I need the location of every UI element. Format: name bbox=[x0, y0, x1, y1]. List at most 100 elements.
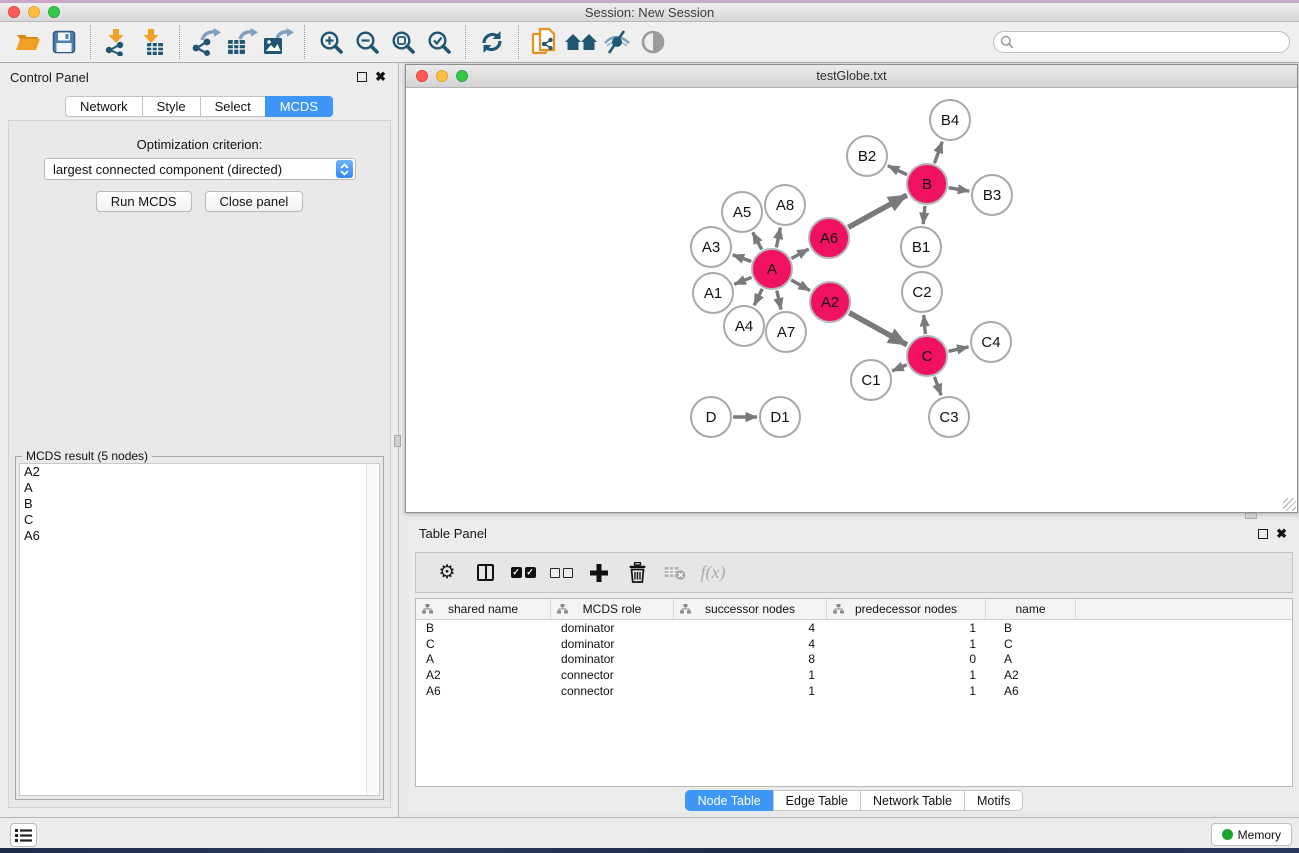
home-icon[interactable] bbox=[563, 25, 599, 59]
deselect-all-icon[interactable] bbox=[542, 557, 580, 589]
graph-node-C1[interactable]: C1 bbox=[850, 359, 892, 401]
graph-node-B1[interactable]: B1 bbox=[900, 226, 942, 268]
function-builder-icon: f(x) bbox=[694, 557, 732, 589]
tab-network[interactable]: Network bbox=[65, 96, 142, 117]
graph-node-C[interactable]: C bbox=[906, 335, 948, 377]
graph-node-A8[interactable]: A8 bbox=[764, 184, 806, 226]
horizontal-splitter-handle[interactable] bbox=[1245, 513, 1257, 519]
graph-node-B[interactable]: B bbox=[906, 163, 948, 205]
mcds-result-list[interactable]: A2ABCA6 bbox=[19, 463, 380, 796]
column-layout-icon[interactable] bbox=[466, 557, 504, 589]
export-network-icon[interactable] bbox=[188, 25, 224, 59]
graph-node-B4[interactable]: B4 bbox=[929, 99, 971, 141]
dropdown-value: largest connected component (directed) bbox=[45, 162, 336, 177]
graph-node-A2[interactable]: A2 bbox=[809, 281, 851, 323]
column-header-MCDS-role[interactable]: MCDS role bbox=[551, 599, 674, 619]
network-canvas[interactable]: A A1 A2 A3 A4 A5 A6 A7 A8 B B1 B2 B3B4 C C1 C2 C3C4 D D1 bbox=[406, 88, 1297, 512]
column-header-successor-nodes[interactable]: successor nodes bbox=[674, 599, 827, 619]
graph-node-D1[interactable]: D1 bbox=[759, 396, 801, 438]
window-resize-grip[interactable] bbox=[1283, 498, 1296, 511]
optimization-dropdown[interactable]: largest connected component (directed) bbox=[44, 158, 356, 180]
edge-B-B3 bbox=[949, 188, 970, 191]
cell-MCDS-role: connector bbox=[551, 668, 674, 682]
graph-node-A5[interactable]: A5 bbox=[721, 191, 763, 233]
cell-MCDS-role: dominator bbox=[551, 621, 674, 635]
edge-A-A6 bbox=[791, 249, 808, 259]
show-details-icon[interactable] bbox=[635, 25, 671, 59]
select-all-icon[interactable]: ✓✓ bbox=[504, 557, 542, 589]
cell-successor-nodes: 4 bbox=[674, 621, 827, 635]
graph-node-C3[interactable]: C3 bbox=[928, 396, 970, 438]
edge-A-A4 bbox=[754, 289, 762, 306]
search-input[interactable] bbox=[993, 31, 1290, 53]
memory-button[interactable]: Memory bbox=[1211, 823, 1292, 846]
tab-edge-table[interactable]: Edge Table bbox=[773, 790, 860, 811]
table-row[interactable]: Cdominator41C bbox=[416, 636, 1292, 652]
save-session-icon[interactable] bbox=[46, 25, 82, 59]
add-column-icon[interactable] bbox=[580, 557, 618, 589]
table-row[interactable]: A2connector11A2 bbox=[416, 667, 1292, 683]
graph-node-A6[interactable]: A6 bbox=[808, 217, 850, 259]
column-header-name[interactable]: name bbox=[986, 599, 1076, 619]
column-header-shared-name[interactable]: shared name bbox=[416, 599, 551, 619]
tab-style[interactable]: Style bbox=[142, 96, 200, 117]
graph-node-A4[interactable]: A4 bbox=[723, 305, 765, 347]
result-item[interactable]: C bbox=[20, 512, 379, 528]
tab-select[interactable]: Select bbox=[200, 96, 265, 117]
hide-details-icon[interactable] bbox=[599, 25, 635, 59]
tab-node-table[interactable]: Node Table bbox=[685, 790, 773, 811]
import-table-icon[interactable] bbox=[135, 25, 171, 59]
tab-network-table[interactable]: Network Table bbox=[860, 790, 964, 811]
main-toolbar bbox=[0, 22, 1299, 63]
graph-node-C2[interactable]: C2 bbox=[901, 271, 943, 313]
graph-node-A3[interactable]: A3 bbox=[690, 226, 732, 268]
graph-node-A7[interactable]: A7 bbox=[765, 311, 807, 353]
export-table-icon[interactable] bbox=[224, 25, 260, 59]
result-item[interactable]: B bbox=[20, 496, 379, 512]
tab-mcds[interactable]: MCDS bbox=[265, 96, 333, 117]
run-mcds-button[interactable]: Run MCDS bbox=[96, 191, 192, 212]
table-row[interactable]: A6connector11A6 bbox=[416, 683, 1292, 699]
open-session-icon[interactable] bbox=[10, 25, 46, 59]
result-item[interactable]: A6 bbox=[20, 528, 379, 544]
refresh-icon[interactable] bbox=[474, 25, 510, 59]
tab-motifs[interactable]: Motifs bbox=[964, 790, 1023, 811]
status-bar: Memory bbox=[0, 817, 1299, 848]
zoom-in-icon[interactable] bbox=[313, 25, 349, 59]
table-row[interactable]: Bdominator41B bbox=[416, 620, 1292, 636]
node-table[interactable]: shared nameMCDS rolesuccessor nodesprede… bbox=[415, 598, 1293, 787]
float-table-panel-icon[interactable] bbox=[1258, 529, 1268, 539]
float-panel-icon[interactable] bbox=[357, 72, 367, 82]
export-image-icon[interactable] bbox=[260, 25, 296, 59]
cell-predecessor-nodes: 1 bbox=[827, 637, 986, 651]
graph-node-A1[interactable]: A1 bbox=[692, 272, 734, 314]
graph-node-A[interactable]: A bbox=[751, 248, 793, 290]
close-panel-icon[interactable]: ✖ bbox=[375, 72, 386, 82]
graph-node-C4[interactable]: C4 bbox=[970, 321, 1012, 363]
task-history-button[interactable] bbox=[10, 823, 37, 847]
zoom-selected-icon[interactable] bbox=[421, 25, 457, 59]
mcds-result-group: MCDS result (5 nodes) A2ABCA6 bbox=[15, 456, 384, 800]
cell-shared-name: A2 bbox=[416, 668, 551, 682]
table-panel-titlebar: Table Panel ✖ bbox=[409, 520, 1299, 547]
close-table-panel-icon[interactable]: ✖ bbox=[1276, 529, 1287, 539]
edge-A6-B bbox=[848, 195, 907, 227]
settings-gear-icon[interactable]: ⚙ bbox=[428, 557, 466, 589]
import-network-icon[interactable] bbox=[99, 25, 135, 59]
cell-shared-name: A bbox=[416, 652, 551, 666]
result-scrollbar[interactable] bbox=[366, 464, 379, 795]
zoom-fit-icon[interactable] bbox=[385, 25, 421, 59]
graph-node-B3[interactable]: B3 bbox=[971, 174, 1013, 216]
edge-A-A3 bbox=[733, 255, 752, 262]
result-item[interactable]: A bbox=[20, 480, 379, 496]
table-row[interactable]: Adominator80A bbox=[416, 652, 1292, 668]
result-item[interactable]: A2 bbox=[20, 464, 379, 480]
graph-node-B2[interactable]: B2 bbox=[846, 135, 888, 177]
zoom-out-icon[interactable] bbox=[349, 25, 385, 59]
column-header-predecessor-nodes[interactable]: predecessor nodes bbox=[827, 599, 986, 619]
graph-node-D[interactable]: D bbox=[690, 396, 732, 438]
close-panel-button[interactable]: Close panel bbox=[205, 191, 304, 212]
duplicate-network-icon[interactable] bbox=[527, 25, 563, 59]
cell-name: C bbox=[986, 637, 1076, 651]
delete-icon[interactable] bbox=[618, 557, 656, 589]
